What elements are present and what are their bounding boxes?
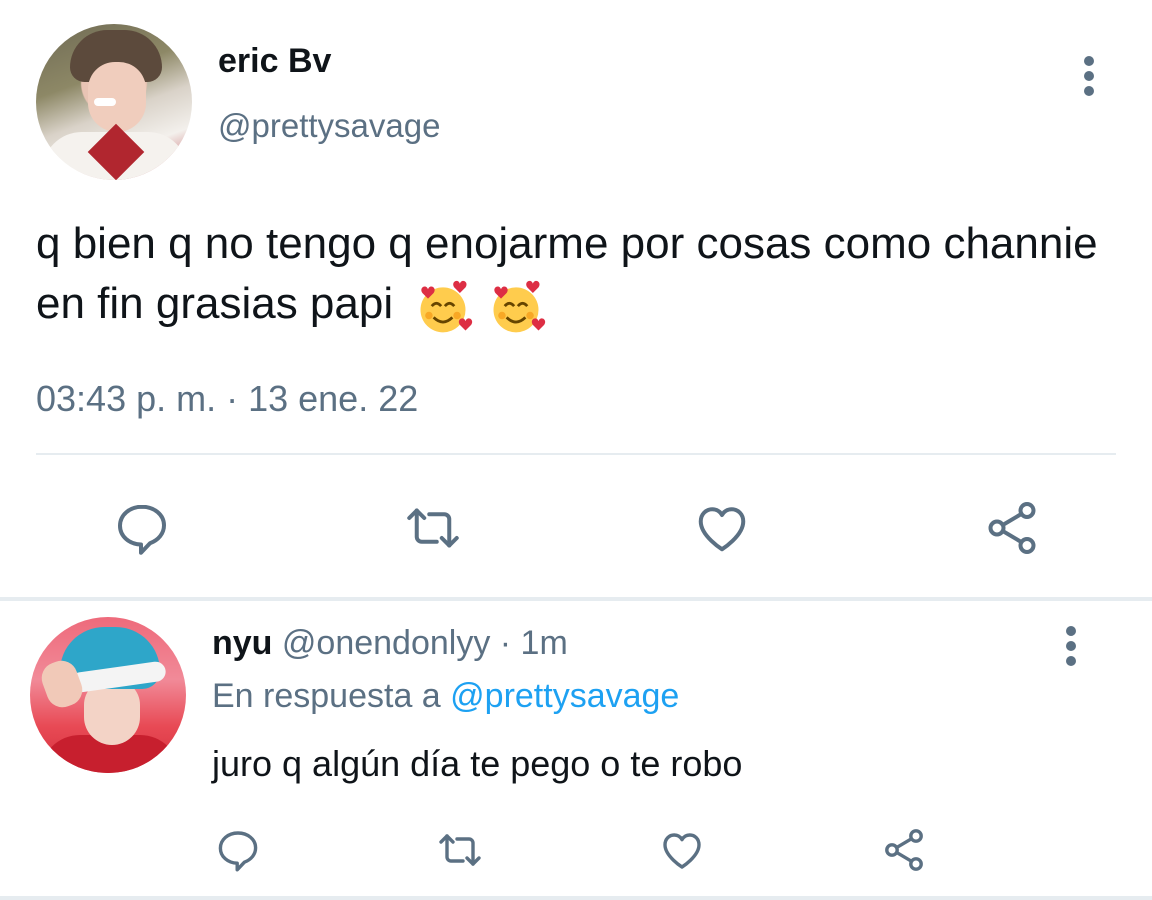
retweet-icon[interactable] <box>403 498 463 558</box>
more-options-icon[interactable] <box>1060 626 1082 666</box>
like-icon[interactable] <box>658 826 706 874</box>
like-icon[interactable] <box>692 498 752 558</box>
reply-author-avatar[interactable] <box>30 617 186 773</box>
share-icon[interactable] <box>982 498 1042 558</box>
reply-icon[interactable] <box>214 826 262 874</box>
author-display-name[interactable]: eric Bv <box>218 42 331 81</box>
author-avatar[interactable] <box>36 24 192 180</box>
tweet-timestamp[interactable]: 03:43 p. m. · 13 ene. 22 <box>36 378 418 420</box>
in-reply-to: En respuesta a @prettysavage <box>212 677 679 716</box>
reply-display-name[interactable]: nyu <box>212 624 272 662</box>
retweet-icon[interactable] <box>436 826 484 874</box>
avatar-face-paint <box>94 98 116 106</box>
avatar-face <box>88 62 146 132</box>
reply-icon[interactable] <box>112 498 172 558</box>
section-separator <box>0 597 1152 601</box>
reply-text: juro q algún día te pego o te robo <box>212 743 743 784</box>
reply-header: nyu @onendonlyy · 1m <box>212 624 568 663</box>
author-handle[interactable]: @prettysavage <box>218 107 440 145</box>
divider <box>36 453 1116 455</box>
bottom-divider <box>0 896 1152 900</box>
smiling-face-with-hearts-icon <box>413 275 545 337</box>
tweet-text: q bien q no tengo q enojarme por cosas c… <box>36 214 1116 338</box>
reply-handle-time[interactable]: @onendonlyy · 1m <box>282 624 568 662</box>
in-reply-mention-link[interactable]: @prettysavage <box>450 677 679 715</box>
tweet-text-body: q bien q no tengo q enojarme por cosas c… <box>36 219 1098 328</box>
more-options-icon[interactable] <box>1078 56 1100 96</box>
in-reply-prefix: En respuesta a <box>212 677 441 715</box>
share-icon[interactable] <box>880 826 928 874</box>
